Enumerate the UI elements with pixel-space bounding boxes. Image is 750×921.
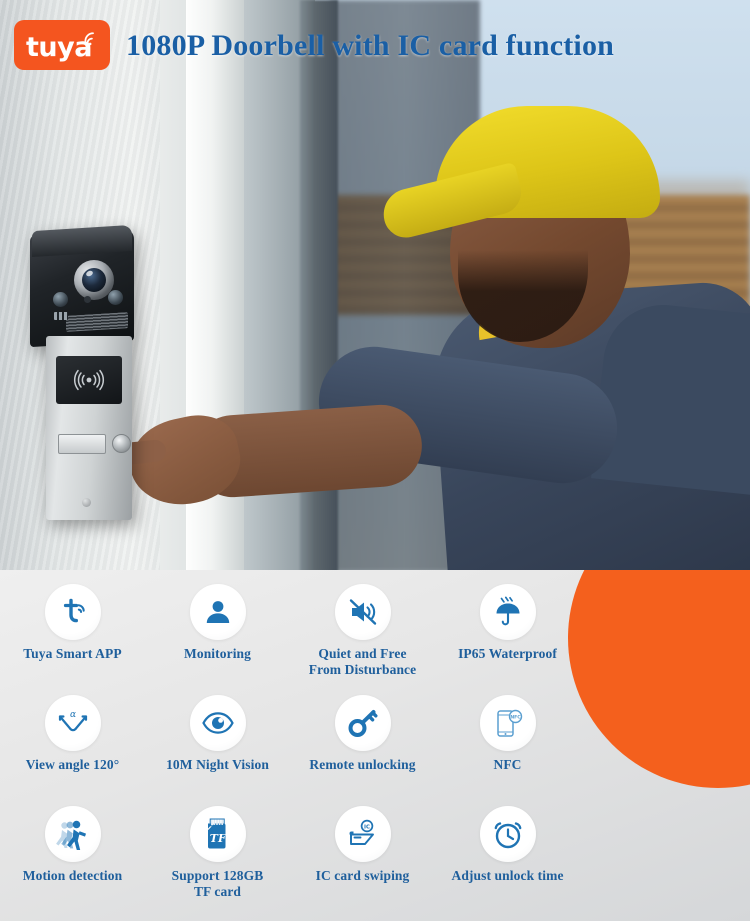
feature-label: Support 128GB TF card <box>171 868 264 899</box>
tuya-app-icon <box>63 598 85 623</box>
ir-led-left <box>53 292 68 307</box>
feature-icon-badge <box>479 584 536 640</box>
feature-icon-badge <box>44 806 101 862</box>
feature-section: Tuya Smart APP Monitoring Quiet and Free… <box>0 570 750 921</box>
feature-remote-unlocking: Remote unlocking <box>290 691 435 802</box>
indicator-leds <box>54 312 68 320</box>
feature-icon-badge <box>334 695 391 751</box>
rfid-reader-panel <box>56 356 122 404</box>
feature-tuya-smart-app: Tuya Smart APP <box>0 580 145 691</box>
wifi-arc-icon <box>84 32 94 46</box>
feature-label: Tuya Smart APP <box>23 646 122 661</box>
nfc-phone-icon: NFC <box>496 709 522 737</box>
feature-grid: Tuya Smart APP Monitoring Quiet and Free… <box>0 580 580 913</box>
feature-icon-badge <box>44 584 101 640</box>
umbrella-rain-icon <box>496 596 519 626</box>
running-person-icon <box>55 820 86 850</box>
feature-label: IP65 Waterproof <box>458 646 557 661</box>
feature-icon-badge <box>479 806 536 862</box>
key-unlock-icon <box>348 710 377 737</box>
feature-label: Motion detection <box>22 868 123 883</box>
feature-label: Adjust unlock time <box>451 868 564 883</box>
feature-nfc: NFC NFC <box>435 691 580 802</box>
banner-header: tuya 1080P Doorbell with IC card functio… <box>0 0 750 96</box>
svg-text:TF: TF <box>209 832 226 845</box>
feature-label: IC card swiping <box>315 868 410 883</box>
page-title: 1080P Doorbell with IC card function <box>126 29 615 62</box>
feature-quiet-free: Quiet and Free From Disturbance <box>290 580 435 691</box>
feature-tf-card: TF Support 128GB TF card <box>145 802 290 913</box>
person-monitoring-icon <box>206 601 229 623</box>
feature-night-vision: 10M Night Vision <box>145 691 290 802</box>
mounting-screw <box>82 498 91 507</box>
feature-ic-card-swiping: IC IC card swiping <box>290 802 435 913</box>
feature-monitoring: Monitoring <box>145 580 290 691</box>
feature-view-angle: α View angle 120° <box>0 691 145 802</box>
feature-label: NFC <box>493 757 522 772</box>
feature-icon-badge <box>189 584 246 640</box>
video-doorbell-device <box>30 224 134 520</box>
feature-icon-badge: IC <box>334 806 391 862</box>
view-angle-icon: α <box>58 710 87 732</box>
ir-led-right <box>108 290 123 305</box>
product-banner: tuya 1080P Doorbell with IC card functio… <box>0 0 750 921</box>
feature-icon-badge: α <box>44 695 101 751</box>
light-sensor <box>84 296 91 303</box>
feature-ip65-waterproof: IP65 Waterproof <box>435 580 580 691</box>
name-plate <box>58 434 106 454</box>
feature-label: Quiet and Free From Disturbance <box>308 646 417 677</box>
feature-icon-badge: NFC <box>479 695 536 751</box>
doorbell-call-button[interactable] <box>112 434 131 453</box>
tuya-logo: tuya <box>14 20 110 70</box>
feature-icon-badge <box>189 695 246 751</box>
tf-card-icon: TF <box>207 818 226 849</box>
ic-card-swipe-icon: IC <box>349 819 374 845</box>
feature-icon-badge: TF <box>189 806 246 862</box>
svg-text:NFC: NFC <box>510 715 521 721</box>
mute-speaker-icon <box>349 599 376 625</box>
feature-adjust-unlock-time: Adjust unlock time <box>435 802 580 913</box>
delivery-man <box>103 40 750 572</box>
feature-label: Monitoring <box>184 646 251 661</box>
eye-night-vision-icon <box>201 712 234 734</box>
man-shoulder <box>591 299 750 497</box>
feature-label: View angle 120° <box>25 757 120 772</box>
svg-text:α: α <box>69 710 75 720</box>
svg-text:IC: IC <box>364 824 370 830</box>
orange-accent-circle <box>568 570 750 788</box>
feature-label: 10M Night Vision <box>166 757 269 772</box>
feature-motion-detection: Motion detection <box>0 802 145 913</box>
feature-icon-badge <box>334 584 391 640</box>
rfid-wave-icon <box>74 369 104 391</box>
alarm-clock-icon <box>494 822 521 849</box>
feature-label: Remote unlocking <box>309 757 416 772</box>
